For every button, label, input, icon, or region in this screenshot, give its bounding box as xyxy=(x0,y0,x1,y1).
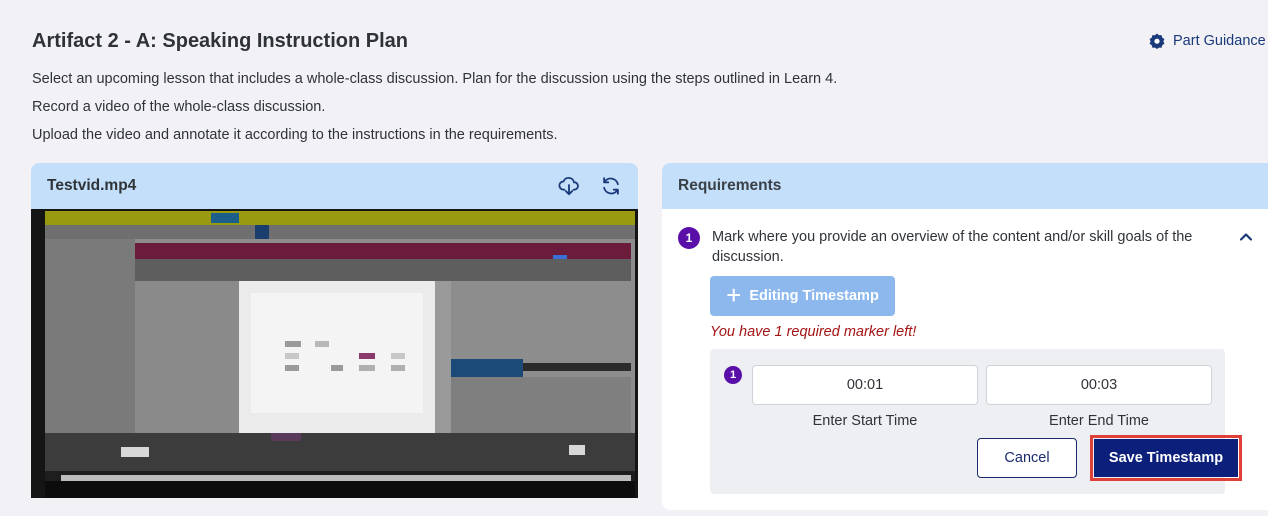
part-guidance-label: Part Guidance xyxy=(1173,33,1266,49)
instruction-line-3: Upload the video and annotate it accordi… xyxy=(32,127,558,143)
cancel-button[interactable]: Cancel xyxy=(977,438,1077,478)
timestamp-number-badge: 1 xyxy=(724,366,742,384)
video-filename: Testvid.mp4 xyxy=(47,177,137,194)
cloud-download-icon[interactable] xyxy=(558,175,580,197)
requirements-panel: Requirements 1 Mark where you provide an… xyxy=(662,163,1268,510)
instruction-line-2: Record a video of the whole-class discus… xyxy=(32,99,326,115)
start-time-input[interactable] xyxy=(752,365,978,405)
end-time-label: Enter End Time xyxy=(1049,413,1149,429)
requirement-number-badge: 1 xyxy=(678,227,700,249)
timestamp-editor: 1 Enter Start Time Enter End Time Cancel… xyxy=(710,349,1242,494)
video-header: Testvid.mp4 xyxy=(31,163,638,209)
gear-badge-icon xyxy=(1149,33,1165,49)
video-frame-image xyxy=(31,209,638,498)
video-panel: Testvid.mp4 xyxy=(31,163,638,498)
chevron-up-icon[interactable] xyxy=(1238,229,1254,245)
instruction-line-1: Select an upcoming lesson that includes … xyxy=(32,71,838,87)
refresh-icon[interactable] xyxy=(600,175,622,197)
editing-timestamp-button[interactable]: + Editing Timestamp xyxy=(710,276,895,316)
page-title: Artifact 2 - A: Speaking Instruction Pla… xyxy=(32,30,408,52)
requirements-title: Requirements xyxy=(662,163,1268,209)
plus-icon: + xyxy=(726,280,742,310)
video-player[interactable] xyxy=(31,209,638,498)
requirement-text: Mark where you provide an overview of th… xyxy=(712,229,1193,265)
start-time-label: Enter Start Time xyxy=(812,413,918,429)
part-guidance-link[interactable]: Part Guidance xyxy=(1149,33,1266,49)
requirement-item: 1 Mark where you provide an overview of … xyxy=(678,227,1218,267)
end-time-input[interactable] xyxy=(986,365,1212,405)
editing-timestamp-label: Editing Timestamp xyxy=(749,288,879,304)
marker-warning: You have 1 required marker left! xyxy=(710,324,917,340)
save-timestamp-button[interactable]: Save Timestamp xyxy=(1094,439,1238,477)
